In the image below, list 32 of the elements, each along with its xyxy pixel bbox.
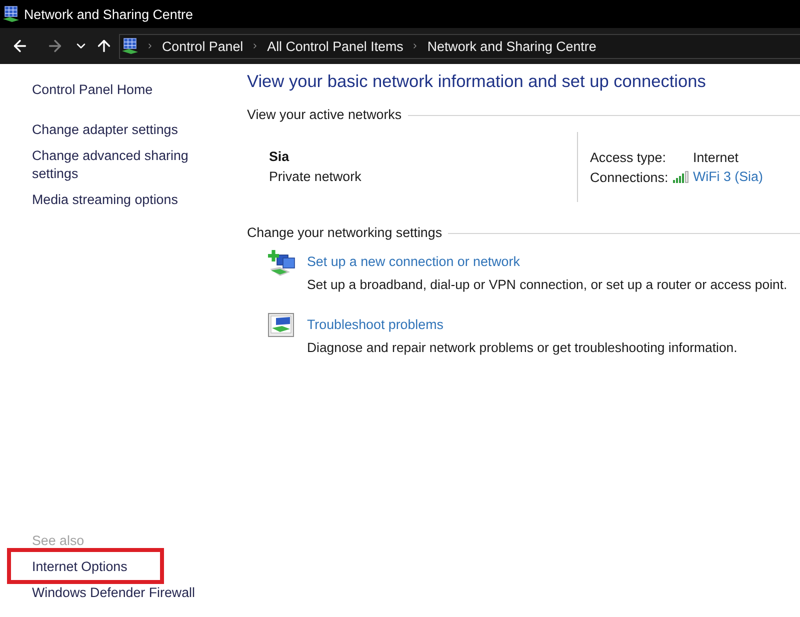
network-name: Sia <box>269 148 290 166</box>
monitor-icon <box>3 6 19 22</box>
sidebar-link[interactable]: Internet Options <box>32 558 202 576</box>
page-heading: View your basic network information and set up connections <box>247 70 707 92</box>
task-description: Set up a broadband, dial-up or VPN connection, or set up a router or access point. <box>307 276 788 294</box>
chevron-right-icon <box>146 41 154 51</box>
section-heading: Change your networking settings <box>247 224 442 242</box>
monitor-icon <box>122 38 138 54</box>
task-link[interactable]: Set up a new connection or network <box>307 253 520 271</box>
window-title: Network and Sharing Centre <box>24 6 193 22</box>
sidebar-link[interactable]: Windows Defender Firewall <box>32 584 202 602</box>
breadcrumb[interactable]: Network and Sharing Centre <box>427 38 596 54</box>
breadcrumb[interactable]: All Control Panel Items <box>267 38 404 54</box>
section-heading: View your active networks <box>247 106 402 124</box>
field-label: Connections: <box>590 170 668 184</box>
monitor-plus-icon <box>268 250 295 276</box>
see-also-heading: See also <box>32 532 86 550</box>
address-field[interactable]: Control Panel All Control Panel Items Network and Sharing Centre <box>119 34 800 58</box>
field-value: Internet <box>693 150 738 164</box>
sidebar-link[interactable]: Media streaming options <box>32 191 202 209</box>
sidebar-link[interactable]: Control Panel Home <box>32 81 202 99</box>
task-link[interactable]: Troubleshoot problems <box>307 316 444 334</box>
sidebar-link[interactable]: Change advanced sharing settings <box>32 147 202 183</box>
connection-link[interactable]: WiFi 3 (Sia) <box>693 168 763 186</box>
sidebar-link[interactable]: Change adapter settings <box>32 121 202 139</box>
signal-bars-icon <box>673 171 689 183</box>
breadcrumb[interactable]: Control Panel <box>162 38 244 54</box>
network-category: Private network <box>269 168 362 186</box>
task-description: Diagnose and repair network problems or get troubleshooting information. <box>307 339 738 357</box>
window-icon <box>268 313 294 337</box>
field-label: Access type: <box>590 150 666 164</box>
arrow-right-icon <box>46 37 64 55</box>
